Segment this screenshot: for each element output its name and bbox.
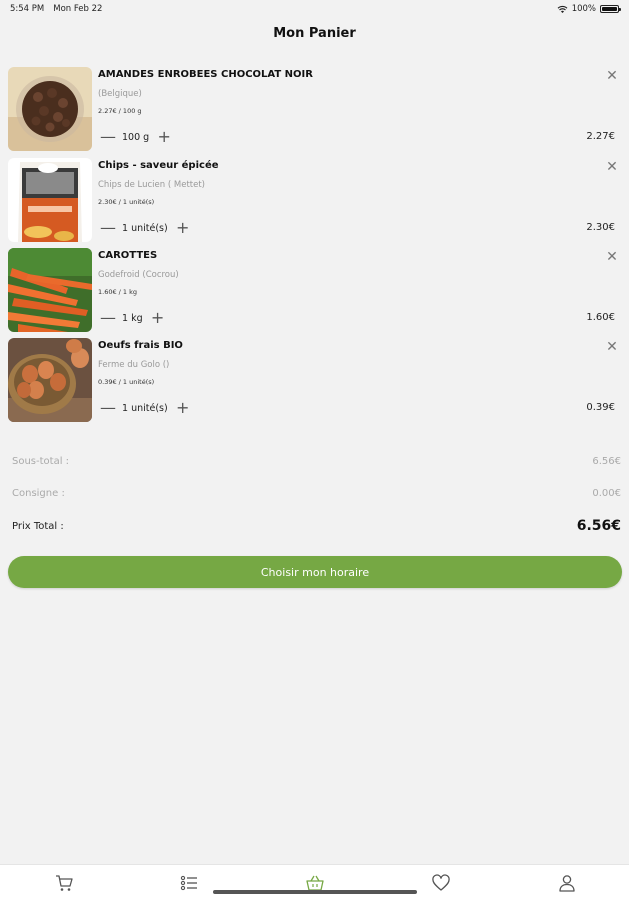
cart-item: CAROTTES Godefroid (Cocrou) 1.60€ / 1 kg… (8, 248, 621, 332)
item-name: Chips - saveur épicée (98, 160, 219, 171)
quantity-value: 100 g (122, 131, 150, 143)
item-name: AMANDES ENROBEES CHOCOLAT NOIR (98, 69, 313, 80)
eggs-image (8, 338, 92, 422)
wifi-icon (557, 5, 568, 13)
status-time: 5:54 PM (10, 4, 45, 14)
deposit-label: Consigne : (12, 488, 65, 499)
item-origin: Chips de Lucien ( Mettet) (98, 180, 205, 190)
item-price: 2.27€ (586, 131, 615, 142)
tab-bar (0, 864, 629, 900)
cart-item: AMANDES ENROBEES CHOCOLAT NOIR (Belgique… (8, 67, 621, 151)
subtotal-row: Sous-total : 6.56€ (12, 456, 621, 467)
cart-icon (56, 875, 73, 891)
item-origin: Ferme du Golo () (98, 360, 170, 370)
battery-level (602, 7, 617, 11)
quantity-stepper: — 1 unité(s) + (100, 218, 190, 238)
item-name: Oeufs frais BIO (98, 340, 183, 351)
page-title: Mon Panier (273, 26, 356, 41)
subtotal-value: 6.56€ (592, 456, 621, 467)
quantity-stepper: — 1 kg + (100, 308, 165, 328)
tab-favorites[interactable] (431, 873, 451, 893)
battery-percent: 100% (571, 4, 596, 14)
plus-icon[interactable]: + (176, 220, 190, 236)
total-row: Prix Total : 6.56€ (12, 518, 621, 534)
item-unit-price: 0.39€ / 1 unité(s) (98, 378, 155, 386)
quantity-stepper: — 1 unité(s) + (100, 398, 190, 418)
minus-icon[interactable]: — (100, 310, 116, 326)
minus-icon[interactable]: — (100, 400, 116, 416)
item-origin: Godefroid (Cocrou) (98, 270, 179, 280)
carrots-image (8, 248, 92, 332)
quantity-value: 1 unité(s) (122, 402, 168, 414)
item-origin: (Belgique) (98, 89, 142, 99)
minus-icon[interactable]: — (100, 129, 116, 145)
tab-cart[interactable] (54, 873, 74, 893)
close-icon[interactable]: ✕ (605, 160, 619, 174)
user-icon (559, 875, 575, 892)
chips-image (8, 158, 92, 242)
deposit-row: Consigne : 0.00€ (12, 488, 621, 499)
status-date: Mon Feb 22 (53, 4, 103, 14)
heart-icon (432, 874, 450, 891)
list-icon (180, 875, 197, 891)
almonds-image (8, 67, 92, 151)
total-label: Prix Total : (12, 520, 64, 532)
total-value: 6.56€ (576, 518, 621, 534)
item-price: 2.30€ (586, 222, 615, 233)
close-icon[interactable]: ✕ (605, 69, 619, 83)
item-unit-price: 2.27€ / 100 g (98, 107, 142, 115)
item-unit-price: 2.30€ / 1 unité(s) (98, 198, 155, 206)
close-icon[interactable]: ✕ (605, 250, 619, 264)
deposit-value: 0.00€ (592, 488, 621, 499)
status-bar: 5:54 PM Mon Feb 22 100% (0, 0, 629, 18)
battery-icon (600, 5, 621, 13)
quantity-stepper: — 100 g + (100, 127, 171, 147)
close-icon[interactable]: ✕ (605, 340, 619, 354)
subtotal-label: Sous-total : (12, 456, 70, 467)
minus-icon[interactable]: — (100, 220, 116, 236)
item-name: CAROTTES (98, 250, 158, 261)
item-unit-price: 1.60€ / 1 kg (98, 288, 138, 296)
tab-profile[interactable] (557, 873, 577, 893)
cart-item: Oeufs frais BIO Ferme du Golo () 0.39€ /… (8, 338, 621, 422)
home-indicator[interactable] (213, 890, 417, 894)
plus-icon[interactable]: + (151, 310, 165, 326)
tab-list[interactable] (179, 873, 199, 893)
plus-icon[interactable]: + (157, 129, 171, 145)
plus-icon[interactable]: + (176, 400, 190, 416)
item-price: 1.60€ (586, 312, 615, 323)
item-price: 0.39€ (586, 402, 615, 413)
quantity-value: 1 kg (122, 312, 143, 324)
choose-schedule-button[interactable]: Choisir mon horaire (8, 556, 622, 588)
cart-item: Chips - saveur épicée Chips de Lucien ( … (8, 158, 621, 242)
quantity-value: 1 unité(s) (122, 222, 168, 234)
